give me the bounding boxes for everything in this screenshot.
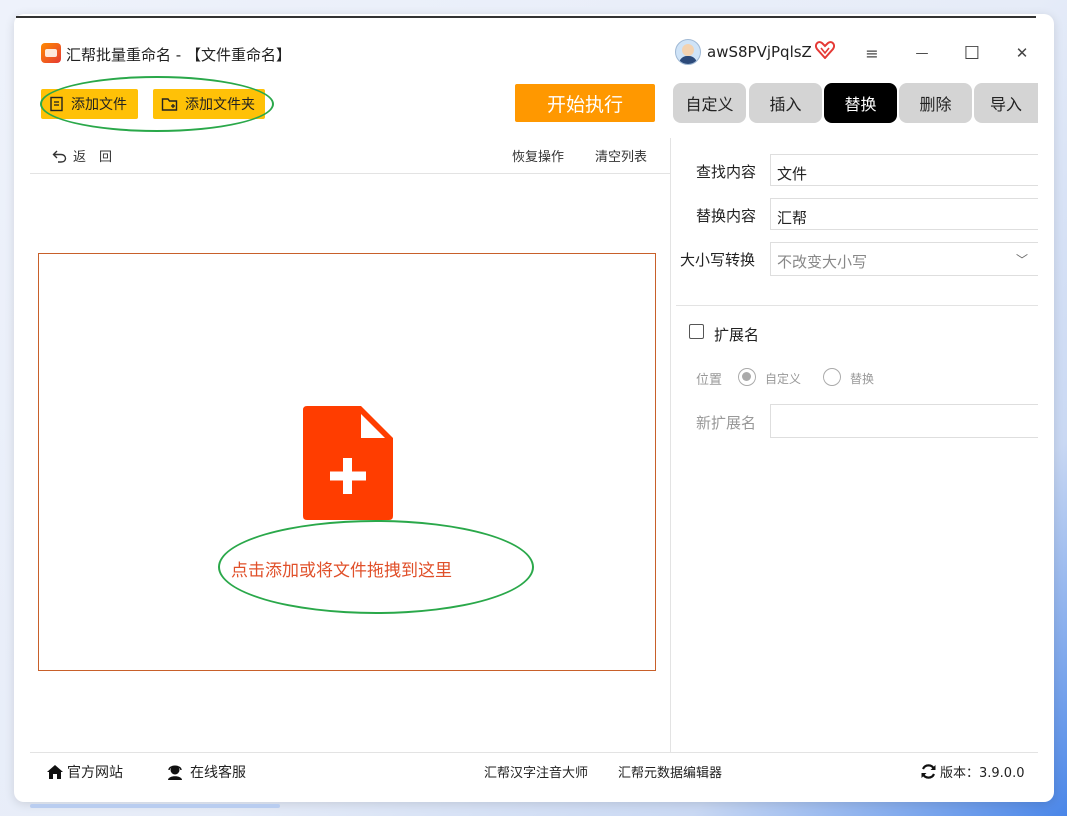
tab-custom[interactable]: 自定义 xyxy=(673,83,746,123)
undo-icon xyxy=(52,150,67,163)
extension-label: 扩展名 xyxy=(714,326,760,344)
product-link-2[interactable]: 汇帮元数据编辑器 xyxy=(618,762,722,781)
radio-custom-label: 自定义 xyxy=(765,372,802,386)
user-avatar[interactable] xyxy=(675,39,701,65)
product-link-1[interactable]: 汇帮汉字注音大师 xyxy=(484,762,588,781)
official-website-label: 官方网站 xyxy=(67,765,123,781)
minimize-button[interactable]: — xyxy=(912,43,932,63)
tab-insert[interactable]: 插入 xyxy=(749,83,822,123)
menu-button[interactable]: ≡ xyxy=(862,43,882,63)
online-support-label: 在线客服 xyxy=(190,765,246,781)
refresh-icon xyxy=(921,764,936,779)
new-extension-label: 新扩展名 xyxy=(696,414,757,432)
position-label: 位置 xyxy=(696,373,723,388)
section-divider xyxy=(676,305,1038,306)
radio-replace-label: 替换 xyxy=(850,372,875,386)
list-toolbar xyxy=(30,137,670,174)
username[interactable]: awS8PVjPqlsZ xyxy=(707,43,812,61)
panel-divider xyxy=(670,138,671,752)
support-agent-icon xyxy=(168,765,182,780)
maximize-button[interactable]: ☐ xyxy=(962,43,982,64)
add-folder-icon xyxy=(161,98,178,111)
add-document-icon[interactable] xyxy=(303,406,393,520)
tab-import[interactable]: 导入 xyxy=(974,83,1038,123)
online-support-link[interactable]: 在线客服 xyxy=(166,762,246,782)
find-input[interactable]: 文件 xyxy=(770,154,1038,186)
clear-list-button[interactable]: 清空列表 xyxy=(595,146,647,165)
tab-replace[interactable]: 替换 xyxy=(824,83,897,123)
official-website-link[interactable]: 官方网站 xyxy=(46,762,123,782)
add-file-label: 添加文件 xyxy=(71,97,127,113)
version-label: 版本：3.9.0.0 xyxy=(940,766,1025,781)
new-extension-input[interactable] xyxy=(770,404,1038,438)
back-label: 返 回 xyxy=(73,150,113,165)
title-top-border xyxy=(16,16,1036,18)
replace-input[interactable]: 汇帮 xyxy=(770,198,1038,230)
case-select-value: 不改变大小写 xyxy=(777,253,868,271)
back-button[interactable]: 返 回 xyxy=(52,146,112,165)
case-label: 大小写转换 xyxy=(680,251,756,269)
find-label: 查找内容 xyxy=(696,163,757,181)
horizontal-scrollbar[interactable] xyxy=(30,804,280,808)
vip-heart-icon[interactable] xyxy=(815,41,835,59)
replace-label: 替换内容 xyxy=(696,207,757,225)
start-button[interactable]: 开始执行 xyxy=(515,84,655,122)
app-logo-icon xyxy=(41,43,61,63)
close-button[interactable]: ✕ xyxy=(1012,43,1032,63)
radio-replace[interactable] xyxy=(823,368,841,386)
radio-custom[interactable] xyxy=(738,368,756,386)
version-info[interactable]: 版本：3.9.0.0 xyxy=(920,762,1024,781)
add-file-icon xyxy=(50,96,63,112)
extension-checkbox[interactable] xyxy=(689,324,704,339)
home-icon xyxy=(47,765,63,779)
add-folder-button[interactable]: 添加文件夹 xyxy=(153,89,265,119)
drop-zone-hint: 点击添加或将文件拖拽到这里 xyxy=(231,561,452,581)
case-select[interactable]: 不改变大小写 ﹀ xyxy=(770,242,1038,276)
add-file-button[interactable]: 添加文件 xyxy=(41,89,138,119)
window-title: 汇帮批量重命名 - 【文件重命名】 xyxy=(66,46,291,64)
add-folder-label: 添加文件夹 xyxy=(185,97,255,113)
tab-delete[interactable]: 删除 xyxy=(899,83,972,123)
restore-button[interactable]: 恢复操作 xyxy=(512,146,564,165)
chevron-down-icon: ﹀ xyxy=(1015,253,1028,267)
